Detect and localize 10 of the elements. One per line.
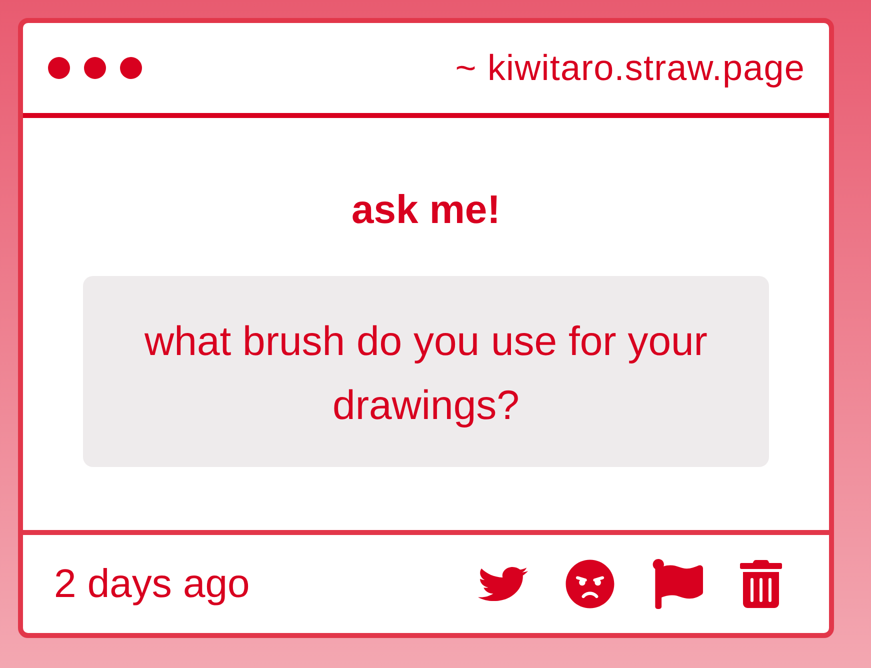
dot-icon <box>84 57 106 79</box>
dot-icon <box>48 57 70 79</box>
flag-icon[interactable] <box>652 559 703 609</box>
dot-icon <box>120 57 142 79</box>
trash-icon[interactable] <box>740 560 782 608</box>
angry-face-icon[interactable] <box>565 559 615 609</box>
time-ago: 2 days ago <box>54 562 250 606</box>
question-text: what brush do you use for your drawings? <box>144 317 708 430</box>
page-address: ~ kiwitaro.straw.page <box>455 47 805 89</box>
card-title: ask me! <box>352 190 500 230</box>
